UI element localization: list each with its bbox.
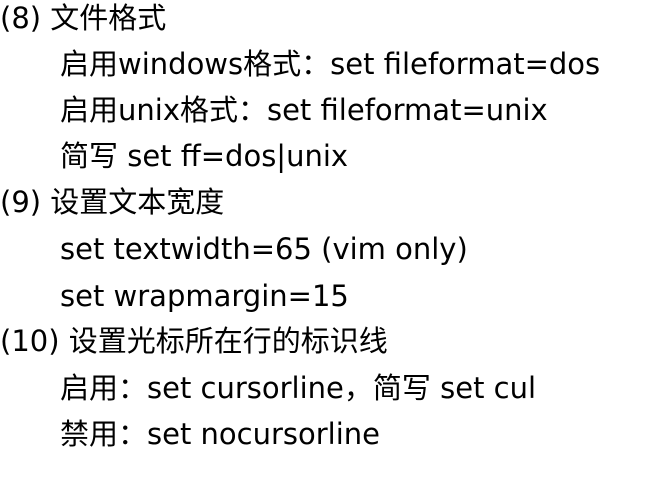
section-heading-file-format: (8) 文件格式 bbox=[0, 1, 167, 35]
text-line-unix-format: 启用unix格式：set fileformat=unix bbox=[60, 93, 548, 127]
document-page: (8) 文件格式 启用windows格式：set fileformat=dos … bbox=[0, 0, 655, 490]
text-line-cursorline-enable: 启用：set cursorline，简写 set cul bbox=[60, 371, 537, 405]
section-heading-text-width: (9) 设置文本宽度 bbox=[0, 185, 225, 219]
text-line-textwidth: set textwidth=65 (vim only) bbox=[60, 232, 468, 266]
text-line-windows-format: 启用windows格式：set fileformat=dos bbox=[60, 47, 601, 81]
text-line-wrapmargin: set wrapmargin=15 bbox=[60, 279, 349, 313]
text-line-cursorline-disable: 禁用：set nocursorline bbox=[60, 417, 381, 451]
text-line-fileformat-shorthand: 简写 set ff=dos|unix bbox=[60, 139, 349, 173]
section-heading-cursorline: (10) 设置光标所在行的标识线 bbox=[0, 324, 388, 358]
